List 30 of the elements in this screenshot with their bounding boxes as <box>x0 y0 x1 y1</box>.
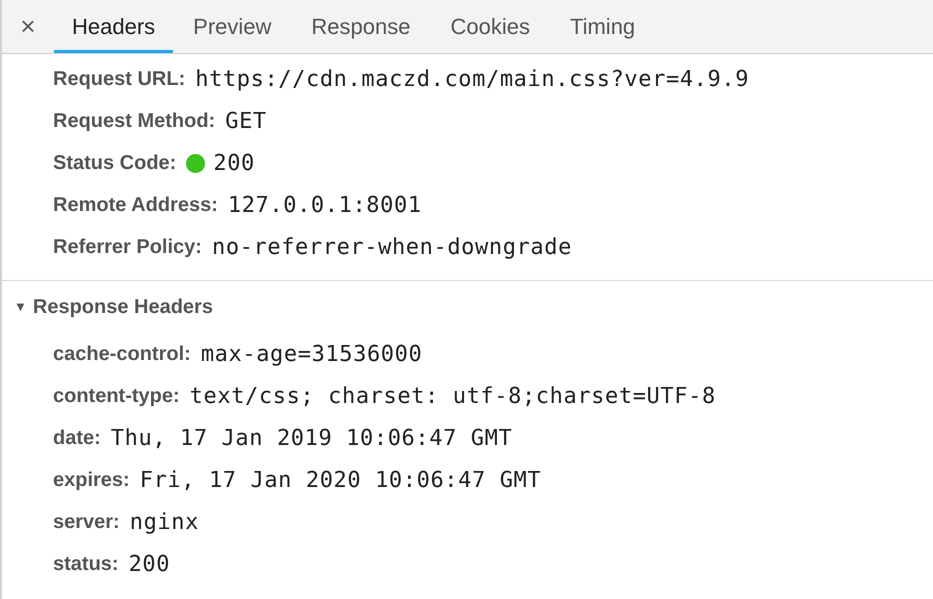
header-value: max-age=31536000 <box>200 340 422 368</box>
header-value: 200 <box>213 150 255 178</box>
tab[interactable]: Response <box>291 0 430 53</box>
header-value: nginx <box>130 508 199 536</box>
header-name: Referrer Policy: <box>53 235 202 260</box>
tab[interactable]: Headers <box>54 0 174 53</box>
header-name: Remote Address: <box>53 193 218 218</box>
header-value: https://cdn.maczd.com/main.css?ver=4.9.9 <box>195 66 750 94</box>
header-name: Status Code: <box>53 151 176 176</box>
header-value: Thu, 17 Jan 2019 10:06:47 GMT <box>110 424 512 452</box>
tab[interactable]: Preview <box>173 0 292 53</box>
header-value: GET <box>225 108 267 136</box>
close-button[interactable]: × <box>2 0 54 53</box>
tab[interactable]: Timing <box>550 0 656 53</box>
header-value: Fri, 17 Jan 2020 10:06:47 GMT <box>140 466 542 494</box>
header-name: status: <box>53 552 119 577</box>
header-name: expires: <box>53 468 130 493</box>
collapse-toggle[interactable]: ▼ <box>14 297 27 317</box>
header-name: server: <box>53 510 120 535</box>
header-name: date: <box>53 426 101 451</box>
header-name: Request URL: <box>53 67 186 92</box>
tab[interactable]: Cookies <box>430 0 550 53</box>
header-name: cache-control: <box>53 342 191 367</box>
header-name: content-type: <box>53 384 180 409</box>
header-value: text/css; charset: utf-8;charset=UTF-8 <box>190 382 716 410</box>
header-value: 127.0.0.1:8001 <box>228 192 422 220</box>
header-name: Request Method: <box>53 109 216 134</box>
header-value: 200 <box>128 550 170 578</box>
section-title[interactable]: Response Headers <box>32 292 213 322</box>
header-value: no-referrer-when-downgrade <box>212 234 572 262</box>
